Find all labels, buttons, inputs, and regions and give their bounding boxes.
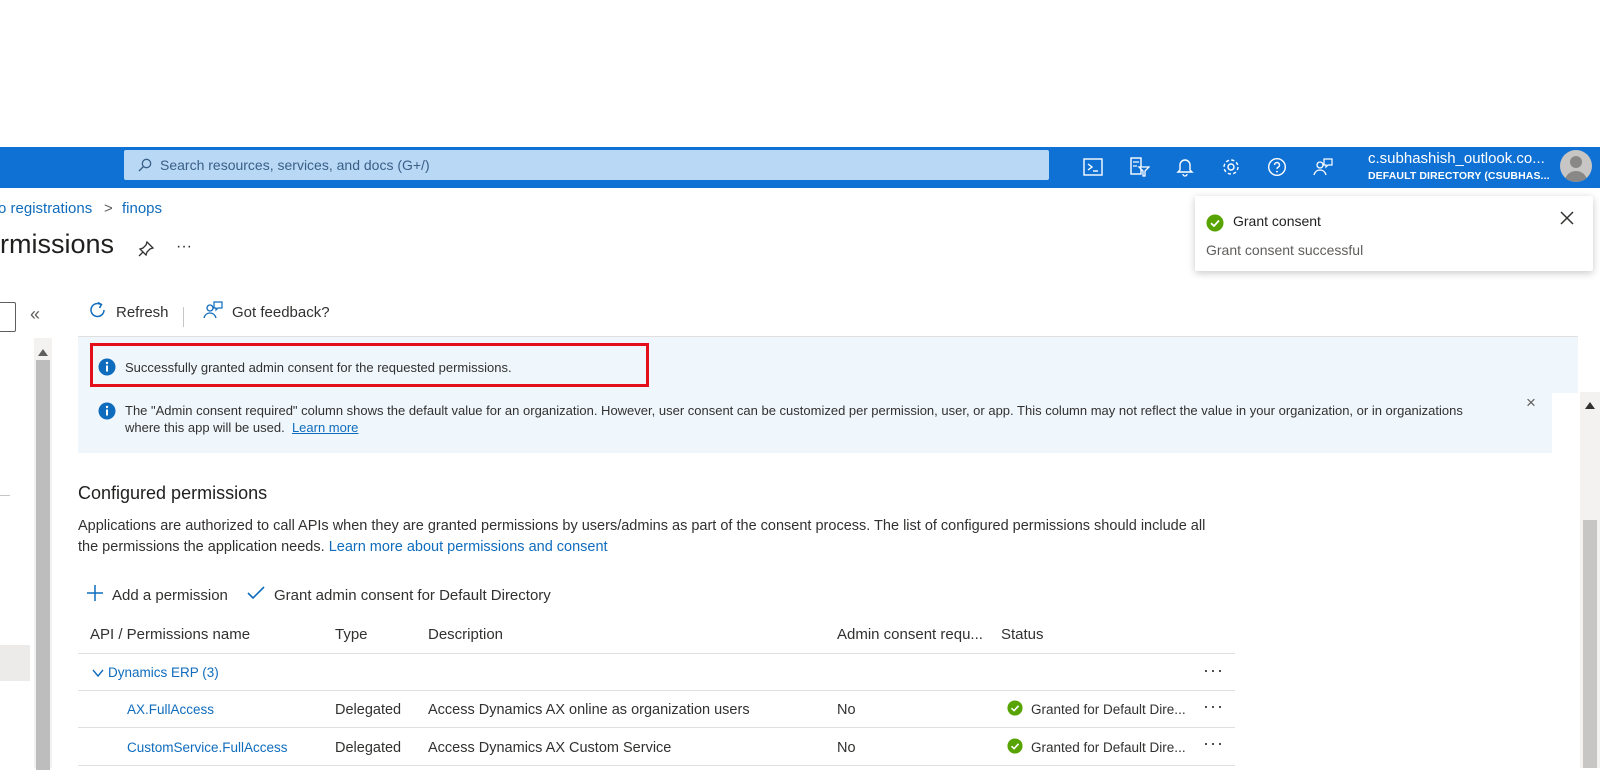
status-text: Granted for Default Dire... (1031, 740, 1186, 755)
scroll-up-arrow-icon[interactable] (1585, 396, 1595, 414)
table-row-divider (78, 765, 1235, 766)
toast-title: Grant consent (1233, 213, 1321, 229)
permission-name-link[interactable]: CustomService.FullAccess (127, 740, 288, 755)
permission-name-link[interactable]: AX.FullAccess (127, 702, 214, 717)
cloud-shell-icon[interactable] (1078, 152, 1108, 182)
left-search-input[interactable] (0, 302, 16, 332)
section-description-text: Applications are authorized to call APIs… (78, 518, 1206, 555)
group-dynamics-erp[interactable]: Dynamics ERP (3) (108, 665, 219, 680)
right-scrollbar-thumb[interactable] (1583, 520, 1597, 768)
permission-type: Delegated (335, 702, 402, 718)
feedback-icon[interactable] (1308, 152, 1338, 182)
left-scrollbar-thumb[interactable] (36, 360, 50, 770)
left-scrollbar[interactable] (34, 338, 52, 770)
success-check-icon (1007, 738, 1023, 757)
search-placeholder: Search resources, services, and docs (G+… (160, 157, 430, 173)
refresh-icon (88, 300, 108, 324)
section-title: Configured permissions (78, 483, 268, 503)
refresh-label: Refresh (116, 303, 169, 321)
column-header-name[interactable]: API / Permissions name (90, 626, 250, 643)
left-divider (0, 495, 10, 496)
feedback-icon (202, 300, 224, 324)
page-title: rmissions (0, 229, 115, 259)
feedback-label: Got feedback? (232, 303, 330, 321)
checkmark-icon (246, 584, 266, 606)
breadcrumb-finops[interactable]: finops (122, 200, 162, 217)
avatar[interactable] (1560, 150, 1592, 182)
right-scrollbar[interactable] (1580, 392, 1600, 768)
refresh-button[interactable]: Refresh (88, 300, 169, 324)
collapse-menu-icon[interactable]: « (30, 304, 40, 325)
breadcrumb-separator: > (104, 200, 113, 217)
status-text: Granted for Default Dire... (1031, 702, 1186, 717)
settings-gear-icon[interactable] (1216, 152, 1246, 182)
highlight-box (90, 343, 649, 387)
permission-description: Access Dynamics AX Custom Service (428, 740, 672, 756)
close-icon[interactable] (1559, 210, 1575, 231)
user-directory[interactable]: DEFAULT DIRECTORY (CSUBHAS... (1368, 170, 1550, 182)
more-options-icon[interactable]: ··· (176, 238, 192, 256)
table-row-divider (78, 727, 1235, 728)
add-permission-button[interactable]: Add a permission (86, 584, 228, 606)
pin-icon[interactable] (137, 240, 155, 263)
learn-more-link[interactable]: Learn more (292, 420, 358, 435)
more-options-icon[interactable]: ··· (1203, 696, 1224, 717)
breadcrumb-app-registrations[interactable]: o registrations (0, 200, 92, 217)
permission-description: Access Dynamics AX online as organizatio… (428, 702, 750, 718)
scroll-up-arrow-icon[interactable] (38, 343, 48, 361)
user-name[interactable]: c.subhashish_outlook.co... (1368, 150, 1545, 167)
section-description: Applications are authorized to call APIs… (78, 516, 1228, 558)
notifications-icon[interactable] (1170, 152, 1200, 182)
column-header-status[interactable]: Status (1001, 626, 1044, 643)
more-options-icon[interactable]: ··· (1203, 733, 1224, 754)
toolbar-separator (183, 307, 184, 327)
help-icon[interactable] (1262, 152, 1292, 182)
column-header-type[interactable]: Type (335, 626, 368, 643)
toast-message: Grant consent successful (1206, 242, 1364, 258)
directory-filter-icon[interactable] (1124, 152, 1154, 182)
info-banner-text: The "Admin consent required" column show… (125, 402, 1485, 436)
admin-consent-value: No (837, 702, 856, 718)
left-nav-selected-item[interactable] (0, 645, 30, 681)
column-header-description[interactable]: Description (428, 626, 503, 643)
column-header-admin-consent[interactable]: Admin consent requ... (837, 626, 983, 643)
success-check-icon (1007, 700, 1023, 719)
permission-type: Delegated (335, 740, 402, 756)
grant-admin-consent-button[interactable]: Grant admin consent for Default Director… (246, 584, 551, 606)
toast-notification: Grant consent Grant consent successful (1195, 196, 1593, 271)
grant-admin-consent-label: Grant admin consent for Default Director… (274, 586, 551, 604)
more-options-icon[interactable]: ··· (1203, 660, 1224, 681)
search-bar[interactable]: Search resources, services, and docs (G+… (124, 150, 1049, 180)
table-header-divider (78, 653, 1235, 654)
admin-consent-value: No (837, 740, 856, 756)
chevron-down-icon[interactable] (92, 665, 104, 683)
got-feedback-button[interactable]: Got feedback? (202, 300, 330, 324)
plus-icon (86, 584, 104, 606)
status-badge: Granted for Default Dire... (1007, 738, 1186, 757)
permissions-consent-link[interactable]: Learn more about permissions and consent (329, 539, 608, 555)
close-icon[interactable]: × (1526, 393, 1536, 413)
success-check-icon (1206, 214, 1224, 237)
info-icon (98, 402, 116, 425)
add-permission-label: Add a permission (112, 586, 228, 604)
table-row-divider (78, 690, 1235, 691)
search-icon (138, 158, 152, 172)
status-badge: Granted for Default Dire... (1007, 700, 1186, 719)
